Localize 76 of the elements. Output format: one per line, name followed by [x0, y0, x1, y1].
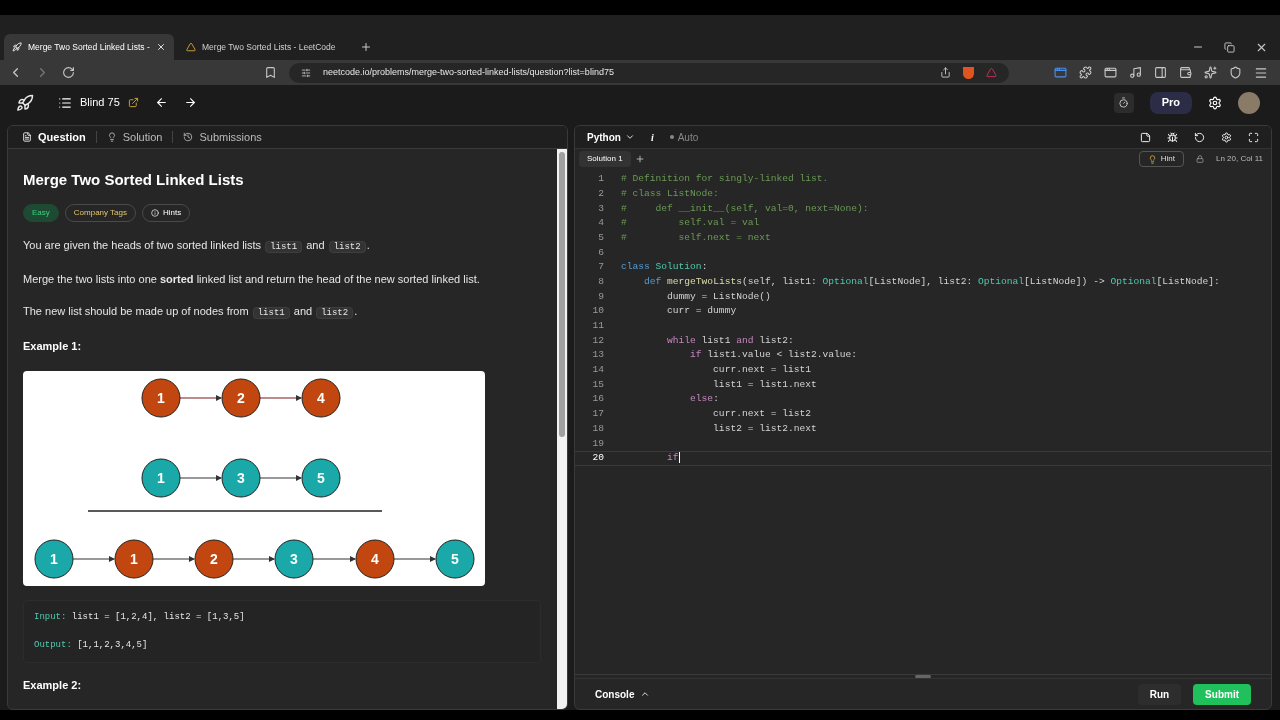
line-number: 3	[597, 201, 604, 216]
line-number: 9	[597, 289, 604, 304]
hint-button[interactable]: Hint	[1138, 151, 1184, 167]
panel-tab[interactable]: Question	[16, 128, 92, 146]
code-line: # def __init__(self, val=0, next=None):	[621, 201, 869, 216]
line-number: 10	[591, 304, 604, 319]
line-number: 8	[597, 274, 604, 289]
line-number: 4	[597, 216, 604, 231]
problem-title: Merge Two Sorted Linked Lists	[23, 170, 245, 190]
line-number: 1	[597, 172, 604, 187]
file-tab[interactable]: Solution 1	[579, 151, 631, 167]
list-node: 5	[435, 539, 475, 579]
list-node: 5	[301, 458, 341, 498]
example-line: Input: list1 = [1,2,4], list2 = [1,3,5]	[34, 611, 246, 624]
tag[interactable]: Hints	[142, 203, 191, 222]
panel-tab[interactable]: Solution	[100, 128, 169, 146]
language-select[interactable]: Python	[587, 129, 635, 145]
line-number: 15	[591, 377, 604, 392]
line-number: 13	[591, 348, 604, 363]
code-line: # Definition for singly-linked list.	[621, 172, 829, 187]
code-line: curr.next = list2	[712, 407, 811, 422]
code-line: dummy = ListNode()	[666, 289, 771, 304]
line-number: 16	[591, 392, 604, 407]
panel-tab[interactable]: Submissions	[177, 128, 268, 146]
pro-button[interactable]: Pro	[1149, 91, 1192, 114]
line-number: 7	[597, 260, 604, 275]
example-heading: Example 2:	[23, 678, 83, 693]
list-node: 1	[34, 539, 74, 579]
line-number: 2	[597, 186, 604, 201]
code-line: class Solution:	[621, 260, 708, 275]
browser-tab[interactable]: Merge Two Sorted Lists - LeetCode	[178, 34, 348, 60]
autosave-label: Auto	[677, 130, 699, 145]
line-number: 18	[591, 421, 604, 436]
list-node: 4	[355, 539, 395, 579]
list-node: 3	[221, 458, 261, 498]
line-number: 11	[591, 319, 604, 333]
list-node: 2	[221, 378, 261, 418]
line-number: 6	[597, 245, 604, 260]
description-text: The new list should be made up of nodes from list1 and list2 .	[23, 303, 359, 321]
code-line: list1 = list1.next	[712, 377, 817, 392]
list-node: 4	[301, 378, 341, 418]
tag[interactable]: Easy	[23, 203, 59, 222]
example-line: Output: [1,1,2,3,4,5]	[34, 638, 149, 652]
tag[interactable]: Company Tags	[64, 203, 136, 222]
description-text: Merge the two lists into one sorted linked list and return the head of the new sorted linked list.	[23, 271, 481, 287]
code-line: list2 = list2.next	[712, 421, 817, 436]
list-node: 1	[114, 539, 154, 579]
line-number: 20	[591, 451, 604, 466]
browser-tab[interactable]: Merge Two Sorted Linked Lists -	[4, 34, 174, 60]
list-title[interactable]: Blind 75	[80, 94, 120, 111]
list-node: 1	[141, 458, 181, 498]
list-node: 3	[274, 539, 314, 579]
list-node: 2	[194, 539, 234, 579]
line-number: 12	[591, 333, 604, 348]
run-button[interactable]: Run	[1137, 683, 1182, 705]
list-node: 1	[141, 378, 181, 418]
example-heading: Example 1:	[23, 338, 83, 354]
cursor-position: Ln 20, Col 11	[1216, 153, 1263, 165]
code-line: def mergeTwoLists(self, list1: Optional[ListNode], list2: Optional[ListNode]) -> Optional[ListNode]:	[643, 274, 1220, 289]
info-icon[interactable]: i	[650, 129, 654, 145]
address-bar[interactable]: neetcode.io/problems/merge-two-sorted-linked-lists/question?list=blind75	[289, 62, 1009, 83]
code-line: # self.val = val	[621, 216, 760, 231]
code-line: # self.next = next	[621, 230, 771, 245]
description-text: You are given the heads of two sorted linked lists list1 and list2 .	[23, 237, 371, 255]
line-number: 5	[597, 230, 604, 245]
code-line: if	[666, 451, 680, 466]
code-line: curr = dummy	[666, 304, 737, 319]
code-line: else:	[689, 392, 719, 407]
line-number: 17	[591, 407, 604, 422]
console-toggle[interactable]: Console	[595, 686, 651, 702]
line-number: 19	[591, 436, 604, 451]
code-line: curr.next = list1	[712, 363, 811, 378]
code-line: while list1 and list2:	[666, 333, 794, 348]
code-line: # class ListNode:	[621, 186, 719, 201]
code-line: if list1.value < list2.value:	[689, 348, 858, 363]
line-number: 14	[591, 363, 604, 378]
